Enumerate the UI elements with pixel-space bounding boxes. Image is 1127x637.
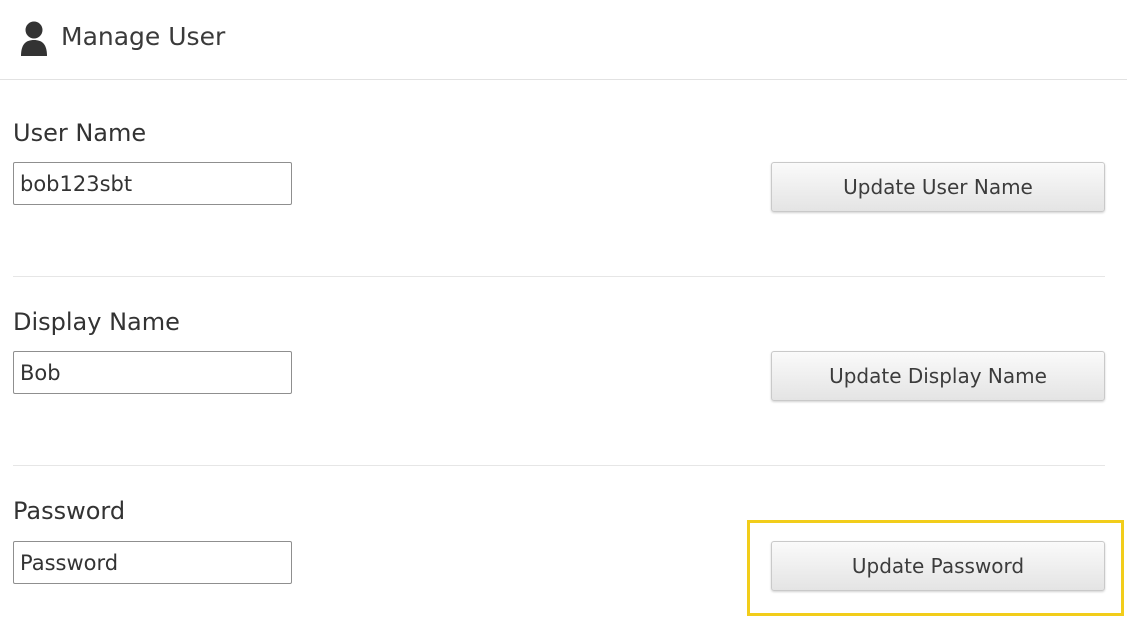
user-name-label: User Name	[13, 119, 147, 147]
display-name-label: Display Name	[13, 308, 180, 336]
password-input[interactable]	[13, 541, 292, 584]
section-divider	[13, 276, 1105, 277]
update-user-name-button[interactable]: Update User Name	[771, 162, 1105, 212]
update-password-button[interactable]: Update Password	[771, 541, 1105, 591]
password-label: Password	[13, 497, 126, 525]
display-name-input[interactable]	[13, 351, 292, 394]
page-title: Manage User	[61, 22, 226, 51]
user-name-input[interactable]	[13, 162, 292, 205]
section-divider	[13, 465, 1105, 466]
manage-user-page: Manage User User Name Update User Name D…	[0, 0, 1127, 637]
update-display-name-button[interactable]: Update Display Name	[771, 351, 1105, 401]
user-icon	[20, 20, 48, 58]
page-header: Manage User	[0, 0, 1127, 80]
